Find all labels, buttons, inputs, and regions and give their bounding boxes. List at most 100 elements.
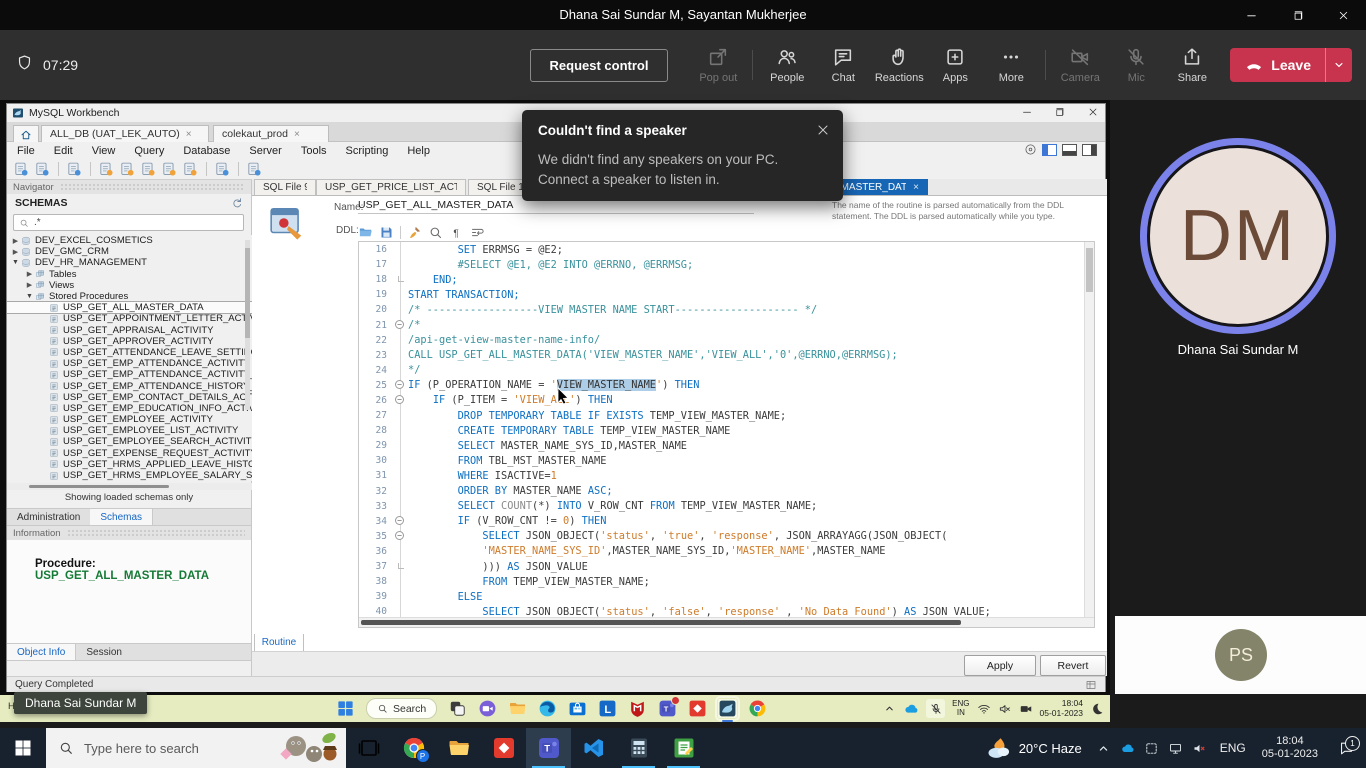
- tree-item[interactable]: ▼Stored Procedures: [7, 291, 252, 302]
- network-icon[interactable]: [1164, 728, 1188, 768]
- tree-item[interactable]: USP_GET_EMP_ATTENDANCE_ACTIVITY: [7, 358, 252, 369]
- tree-item[interactable]: USP_GET_HRMS_APPLIED_LEAVE_HISTORY_A: [7, 459, 252, 470]
- hidden-icons-chevron[interactable]: [1092, 728, 1116, 768]
- edge-taskbar-icon[interactable]: [538, 699, 557, 718]
- editor-hscrollbar[interactable]: [359, 617, 1094, 627]
- broom-button[interactable]: [407, 225, 422, 240]
- vscode-taskbar-icon[interactable]: [571, 728, 616, 768]
- workbench-close-button[interactable]: [1087, 106, 1101, 119]
- teams-taskbar-icon[interactable]: T: [526, 728, 571, 768]
- tree-item[interactable]: ▶DEV_EXCEL_COSMETICS: [7, 235, 252, 246]
- tab-administration[interactable]: Administration: [7, 509, 90, 525]
- search-data-button[interactable]: [214, 161, 231, 178]
- language-indicator[interactable]: ENGIN: [952, 700, 969, 717]
- routine-name-field[interactable]: USP_GET_ALL_MASTER_DATA: [358, 199, 754, 214]
- l-app-taskbar-icon[interactable]: L: [598, 699, 617, 718]
- notes-taskbar-icon[interactable]: [661, 728, 706, 768]
- diamond-app-taskbar-icon[interactable]: [688, 699, 707, 718]
- mic-muted-indicator[interactable]: [926, 699, 945, 718]
- connection-tab[interactable]: ALL_DB (UAT_LEK_AUTO)×: [41, 125, 209, 142]
- tree-item[interactable]: ▶Views: [7, 280, 252, 291]
- folder-open-button[interactable]: [358, 225, 373, 240]
- create-table-button[interactable]: [119, 161, 136, 178]
- diamond-app-taskbar-icon[interactable]: [481, 728, 526, 768]
- routine-tab[interactable]: Routine: [254, 634, 304, 652]
- onedrive-icon[interactable]: [1116, 728, 1140, 768]
- close-button[interactable]: [1320, 0, 1366, 30]
- taskbar-search-box[interactable]: Type here to search: [46, 728, 346, 768]
- tree-item[interactable]: USP_GET_EMPLOYEE_LIST_ACTIVITY: [7, 425, 252, 436]
- ddl-code-editor[interactable]: 16 SET ERRMSG = @E2;17 #SELECT @E1, @E2 …: [358, 241, 1095, 628]
- tree-item[interactable]: USP_GET_APPROVER_ACTIVITY: [7, 336, 252, 347]
- editor-tab[interactable]: SQL File 9: [254, 179, 316, 195]
- create-function-button[interactable]: [182, 161, 199, 178]
- tree-item[interactable]: ▼DEV_HR_MANAGEMENT: [7, 257, 252, 268]
- fold-minus-icon[interactable]: −: [395, 531, 404, 540]
- menu-tools[interactable]: Tools: [301, 145, 327, 157]
- tree-item[interactable]: ▶Tables: [7, 269, 252, 280]
- tab-close-icon[interactable]: ×: [294, 129, 300, 140]
- workbench-maximize-button[interactable]: [1053, 106, 1067, 119]
- tab-close-icon[interactable]: ×: [186, 129, 192, 140]
- start-button[interactable]: [336, 699, 355, 718]
- tree-item[interactable]: USP_GET_APPRAISAL_ACTIVITY: [7, 325, 252, 336]
- share-button[interactable]: Share: [1164, 46, 1220, 84]
- fold-minus-icon[interactable]: −: [395, 516, 404, 525]
- search-button[interactable]: [428, 225, 443, 240]
- workbench-minimize-button[interactable]: [1021, 106, 1035, 119]
- tree-item[interactable]: USP_GET_EMP_ATTENDANCE_HISTORY_ACTI: [7, 380, 252, 391]
- open-sql-script-button[interactable]: [34, 161, 51, 178]
- tab-object-info[interactable]: Object Info: [7, 644, 76, 660]
- save-button[interactable]: [379, 225, 394, 240]
- file-explorer-taskbar-icon[interactable]: [508, 699, 527, 718]
- chrome-taskbar-icon[interactable]: [748, 699, 767, 718]
- clock[interactable]: 18:0405-01-2023: [1040, 699, 1083, 718]
- new-sql-tab-button[interactable]: [13, 161, 30, 178]
- mcafee-taskbar-icon[interactable]: [628, 699, 647, 718]
- task-view-taskbar-icon[interactable]: [346, 728, 391, 768]
- mysql-workbench-taskbar-icon[interactable]: [718, 699, 737, 718]
- microsoft-store-taskbar-icon[interactable]: [568, 699, 587, 718]
- notification-close-icon[interactable]: [815, 122, 831, 138]
- tree-item[interactable]: USP_GET_EMPLOYEE_ACTIVITY: [7, 414, 252, 425]
- menu-file[interactable]: File: [17, 145, 35, 157]
- chrome-taskbar-icon[interactable]: P: [391, 728, 436, 768]
- clock[interactable]: 18:0405-01-2023: [1254, 735, 1326, 761]
- tree-scrollbar[interactable]: [245, 240, 250, 410]
- wrap-button[interactable]: [470, 225, 485, 240]
- chat-button[interactable]: Chat: [815, 46, 871, 84]
- reactions-button[interactable]: Reactions: [871, 46, 927, 84]
- apps-button[interactable]: Apps: [927, 46, 983, 84]
- taskbar-search[interactable]: Search: [366, 698, 437, 719]
- start-button[interactable]: [0, 728, 46, 768]
- create-view-button[interactable]: [140, 161, 157, 178]
- request-control-button[interactable]: Request control: [530, 49, 668, 82]
- connection-tab[interactable]: colekaut_prod×: [213, 125, 329, 142]
- tree-item[interactable]: USP_GET_HRMS_EMPLOYEE_SALARY_SLIP_A(: [7, 470, 252, 481]
- tree-item[interactable]: USP_GET_EMPLOYEE_SEARCH_ACTIVITY: [7, 436, 252, 447]
- panel-toggle-bottom[interactable]: [1062, 144, 1077, 156]
- tree-item[interactable]: USP_GET_EMP_EDUCATION_INFO_ACTIVITY: [7, 403, 252, 414]
- tab-session[interactable]: Session: [76, 644, 132, 660]
- people-button[interactable]: People: [759, 46, 815, 84]
- create-schema-button[interactable]: [98, 161, 115, 178]
- volume-muted-icon[interactable]: [1188, 728, 1212, 768]
- menu-server[interactable]: Server: [249, 145, 281, 157]
- pilcrow-button[interactable]: ¶: [449, 225, 464, 240]
- tree-item[interactable]: USP_GET_ATTENDANCE_LEAVE_SETTINGS_A(: [7, 347, 252, 358]
- menu-edit[interactable]: Edit: [54, 145, 73, 157]
- apply-button[interactable]: Apply: [964, 655, 1036, 676]
- menu-view[interactable]: View: [92, 145, 116, 157]
- fold-minus-icon[interactable]: −: [395, 320, 404, 329]
- tree-item[interactable]: USP_GET_EMP_CONTACT_DETAILS_ACTIVITY: [7, 392, 252, 403]
- fold-minus-icon[interactable]: −: [395, 380, 404, 389]
- notification-center[interactable]: 1: [1326, 728, 1366, 768]
- home-tab[interactable]: [13, 125, 39, 143]
- leave-button[interactable]: Leave: [1230, 48, 1352, 82]
- menu-scripting[interactable]: Scripting: [346, 145, 389, 157]
- revert-button[interactable]: Revert: [1040, 655, 1106, 676]
- tree-item[interactable]: USP_GET_ALL_MASTER_DATA: [7, 302, 252, 313]
- schema-filter-input[interactable]: .*: [13, 214, 244, 231]
- file-explorer-taskbar-icon[interactable]: [436, 728, 481, 768]
- teams-taskbar-icon[interactable]: T: [658, 699, 677, 718]
